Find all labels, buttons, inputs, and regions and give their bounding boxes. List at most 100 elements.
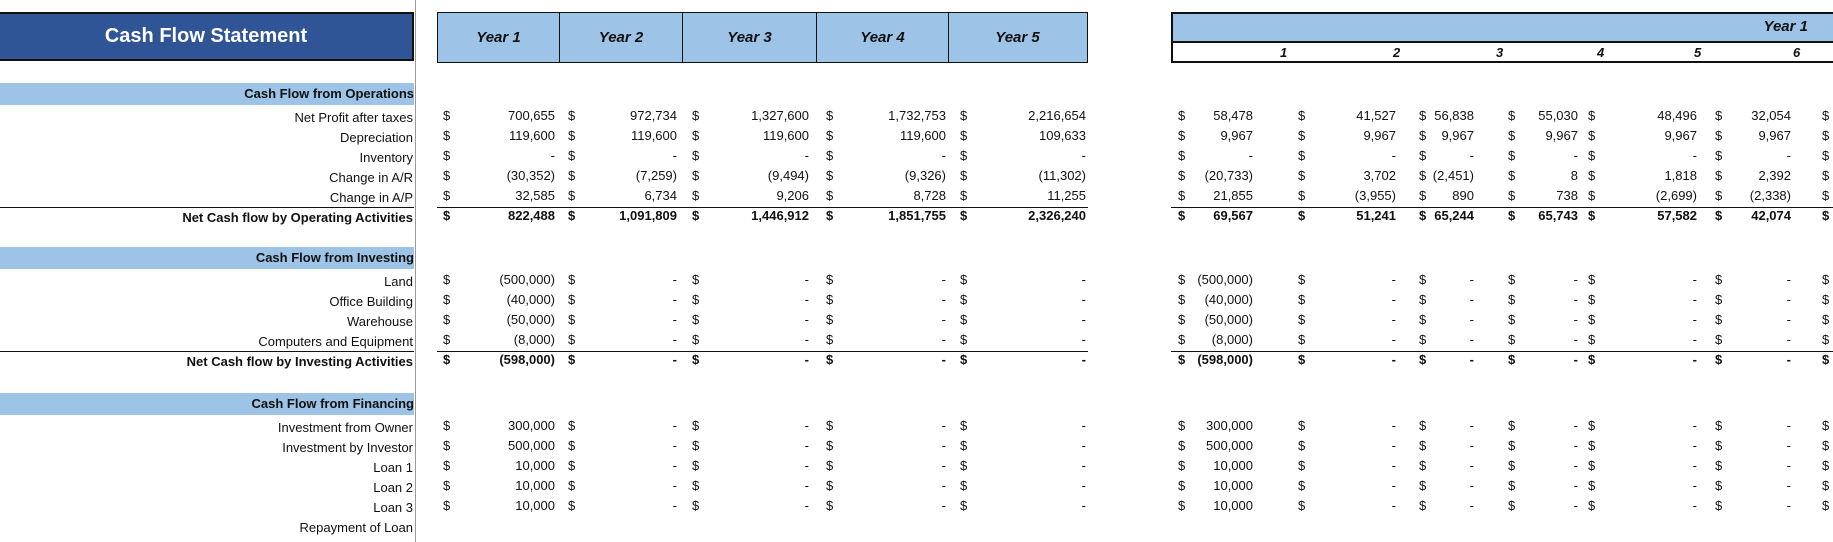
month-header-6[interactable]: 6 <box>1793 45 1800 60</box>
month-cell[interactable]: 58,478 <box>1213 108 1253 123</box>
year-cell[interactable]: 972,734 <box>630 108 677 123</box>
month-cell[interactable]: - <box>1392 272 1396 287</box>
year-cell[interactable]: - <box>805 332 809 347</box>
year-total-cell[interactable]: - <box>805 352 809 367</box>
year-cell[interactable]: - <box>805 272 809 287</box>
year-cell[interactable]: - <box>673 272 677 287</box>
month-cell[interactable]: - <box>1470 438 1474 453</box>
month-cell[interactable]: 9,967 <box>1545 128 1578 143</box>
month-cell[interactable]: 10,000 <box>1213 498 1253 513</box>
month-cell[interactable]: - <box>1574 498 1578 513</box>
month-cell[interactable]: 300,000 <box>1206 418 1253 433</box>
month-cell[interactable]: - <box>1470 292 1474 307</box>
month-total-cell[interactable]: 65,743 <box>1538 208 1578 223</box>
month-cell[interactable]: - <box>1392 312 1396 327</box>
year-cell[interactable]: - <box>942 148 946 163</box>
month-cell[interactable]: - <box>1392 332 1396 347</box>
month-cell[interactable]: 48,496 <box>1657 108 1697 123</box>
month-cell[interactable]: - <box>1693 272 1697 287</box>
year-total-cell[interactable]: 2,326,240 <box>1028 208 1086 223</box>
year-cell[interactable]: - <box>673 438 677 453</box>
year-cell[interactable]: - <box>673 332 677 347</box>
year-cell[interactable]: - <box>673 418 677 433</box>
year-cell[interactable]: (8,000) <box>514 332 555 347</box>
year-cell[interactable]: - <box>942 292 946 307</box>
year-cell[interactable]: (50,000) <box>507 312 555 327</box>
month-cell[interactable]: - <box>1470 312 1474 327</box>
year-cell[interactable]: (11,302) <box>1039 168 1086 183</box>
year-cell[interactable]: - <box>1082 458 1086 473</box>
month-cell[interactable]: 8 <box>1571 168 1578 183</box>
month-cell[interactable]: 9,967 <box>1758 128 1791 143</box>
year-cell[interactable]: - <box>942 498 946 513</box>
year-cell[interactable]: 10,000 <box>515 458 555 473</box>
year-cell[interactable]: 2,216,654 <box>1028 108 1086 123</box>
year-cell[interactable]: - <box>1082 332 1086 347</box>
month-cell[interactable]: - <box>1574 438 1578 453</box>
month-cell[interactable]: - <box>1470 418 1474 433</box>
month-cell[interactable]: - <box>1693 498 1697 513</box>
year-cell[interactable]: (500,000) <box>499 272 555 287</box>
month-total-cell[interactable]: 51,241 <box>1356 208 1396 223</box>
year-cell[interactable]: 32,585 <box>515 188 555 203</box>
month-cell[interactable]: - <box>1787 438 1791 453</box>
year-header-4[interactable]: Year 4 <box>817 13 949 62</box>
year-cell[interactable]: - <box>942 458 946 473</box>
month-cell[interactable]: 55,030 <box>1538 108 1578 123</box>
month-cell[interactable]: - <box>1787 332 1791 347</box>
year-cell[interactable]: - <box>1082 292 1086 307</box>
year-cell[interactable]: - <box>805 438 809 453</box>
year-total-cell[interactable]: - <box>673 352 677 367</box>
month-cell[interactable]: 10,000 <box>1213 458 1253 473</box>
year-cell[interactable]: - <box>805 478 809 493</box>
month-header-1[interactable]: 1 <box>1280 45 1287 60</box>
year-cell[interactable]: 1,732,753 <box>888 108 946 123</box>
year-total-cell[interactable]: - <box>1082 352 1086 367</box>
year-cell[interactable]: - <box>673 148 677 163</box>
year-cell[interactable]: 1,327,600 <box>751 108 809 123</box>
year-total-cell[interactable]: - <box>942 352 946 367</box>
year-total-cell[interactable]: (598,000) <box>499 352 555 367</box>
year-cell[interactable]: 700,655 <box>508 108 555 123</box>
month-total-cell[interactable]: (598,000) <box>1197 352 1253 367</box>
year-cell[interactable]: (9,494) <box>768 168 809 183</box>
month-cell[interactable]: - <box>1574 272 1578 287</box>
month-cell[interactable]: 890 <box>1452 188 1474 203</box>
month-cell[interactable]: - <box>1574 418 1578 433</box>
month-total-cell[interactable]: 65,244 <box>1434 208 1474 223</box>
year-cell[interactable]: - <box>1082 498 1086 513</box>
month-cell[interactable]: 9,967 <box>1363 128 1396 143</box>
year-header-2[interactable]: Year 2 <box>560 13 683 62</box>
month-cell[interactable]: (20,733) <box>1205 168 1253 183</box>
month-cell[interactable]: - <box>1693 438 1697 453</box>
month-cell[interactable]: - <box>1787 478 1791 493</box>
month-cell[interactable]: 21,855 <box>1213 188 1253 203</box>
month-cell[interactable]: - <box>1787 418 1791 433</box>
month-cell[interactable]: 56,838 <box>1434 108 1474 123</box>
month-cell[interactable]: - <box>1249 148 1253 163</box>
month-cell[interactable]: 9,967 <box>1664 128 1697 143</box>
month-cell[interactable]: - <box>1574 458 1578 473</box>
month-cell[interactable]: 2,392 <box>1758 168 1791 183</box>
year-cell[interactable]: - <box>673 312 677 327</box>
month-total-cell[interactable]: - <box>1574 352 1578 367</box>
year-cell[interactable]: - <box>1082 478 1086 493</box>
month-cell[interactable]: - <box>1392 148 1396 163</box>
month-cell[interactable]: - <box>1392 498 1396 513</box>
month-total-cell[interactable]: - <box>1392 352 1396 367</box>
year-cell[interactable]: - <box>805 312 809 327</box>
month-cell[interactable]: - <box>1574 312 1578 327</box>
month-cell[interactable]: - <box>1787 148 1791 163</box>
year-cell[interactable]: - <box>1082 438 1086 453</box>
month-cell[interactable]: - <box>1392 292 1396 307</box>
month-cell[interactable]: - <box>1787 458 1791 473</box>
month-cell[interactable]: - <box>1574 148 1578 163</box>
month-cell[interactable]: 10,000 <box>1213 478 1253 493</box>
month-total-cell[interactable]: 57,582 <box>1657 208 1697 223</box>
year-total-cell[interactable]: 822,488 <box>508 208 555 223</box>
year-total-cell[interactable]: 1,446,912 <box>751 208 809 223</box>
year-cell[interactable]: - <box>805 498 809 513</box>
year-cell[interactable]: - <box>673 478 677 493</box>
year-cell[interactable]: 11,255 <box>1047 188 1086 203</box>
month-cell[interactable]: - <box>1693 418 1697 433</box>
